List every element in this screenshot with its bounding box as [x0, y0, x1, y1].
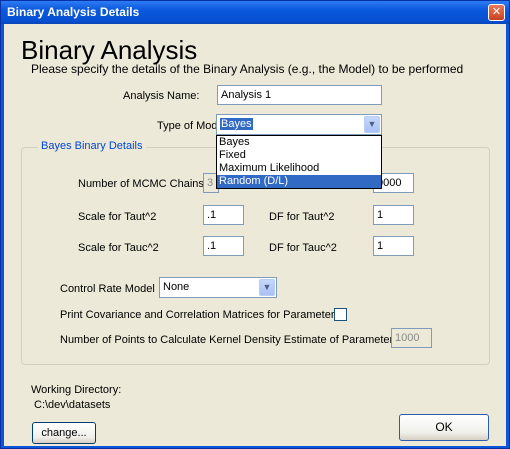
dropdown-option-random[interactable]: Random (D/L): [217, 175, 381, 188]
model-type-dropdown-list: Bayes Fixed Maximum Likelihood Random (D…: [216, 135, 382, 189]
chevron-down-icon[interactable]: ▼: [364, 116, 380, 133]
page-subtitle: Please specify the details of the Binary…: [31, 62, 464, 76]
control-rate-value: None: [163, 281, 190, 293]
title-bar[interactable]: Binary Analysis Details ✕: [1, 1, 509, 24]
control-rate-select[interactable]: None ▼: [159, 277, 277, 298]
control-rate-label: Control Rate Model: [60, 283, 155, 295]
window-title: Binary Analysis Details: [7, 5, 140, 19]
close-icon: ✕: [491, 6, 502, 18]
model-type-value: Bayes: [220, 118, 253, 130]
mcmc-chains-label: Number of MCMC Chains: [78, 178, 204, 190]
group-title: Bayes Binary Details: [38, 140, 146, 152]
kernel-points-input[interactable]: 1000: [391, 328, 432, 348]
df-tauc-input[interactable]: 1: [373, 236, 414, 256]
df-taut-input[interactable]: 1: [373, 205, 414, 225]
print-cov-label: Print Covariance and Correlation Matrice…: [60, 309, 341, 321]
df-taut-label: DF for Taut^2: [269, 211, 335, 223]
scale-tauc-label: Scale for Tauc^2: [78, 242, 159, 254]
dialog-window: Binary Analysis Details ✕ Binary Analysi…: [0, 0, 510, 449]
analysis-name-input[interactable]: Analysis 1: [217, 85, 382, 105]
dropdown-option-fixed[interactable]: Fixed: [217, 149, 381, 162]
print-cov-checkbox[interactable]: [334, 308, 347, 321]
analysis-name-label: Analysis Name:: [123, 90, 200, 102]
dropdown-option-bayes[interactable]: Bayes: [217, 136, 381, 149]
model-type-select[interactable]: Bayes ▼: [216, 114, 382, 135]
scale-taut-input[interactable]: .1: [203, 205, 244, 225]
kernel-points-label: Number of Points to Calculate Kernel Den…: [60, 334, 399, 346]
ok-button[interactable]: OK: [399, 414, 489, 441]
close-button[interactable]: ✕: [488, 4, 505, 21]
scale-taut-label: Scale for Taut^2: [78, 211, 157, 223]
change-button[interactable]: change...: [32, 422, 96, 444]
chevron-down-icon[interactable]: ▼: [259, 279, 275, 296]
dropdown-option-maximum-likelihood[interactable]: Maximum Likelihood: [217, 162, 381, 175]
working-dir-label: Working Directory:: [31, 384, 122, 396]
working-dir-path: C:\dev\datasets: [34, 399, 111, 411]
dialog-body: Binary Analysis Please specify the detai…: [4, 24, 506, 446]
scale-tauc-input[interactable]: .1: [203, 236, 244, 256]
df-tauc-label: DF for Tauc^2: [269, 242, 337, 254]
